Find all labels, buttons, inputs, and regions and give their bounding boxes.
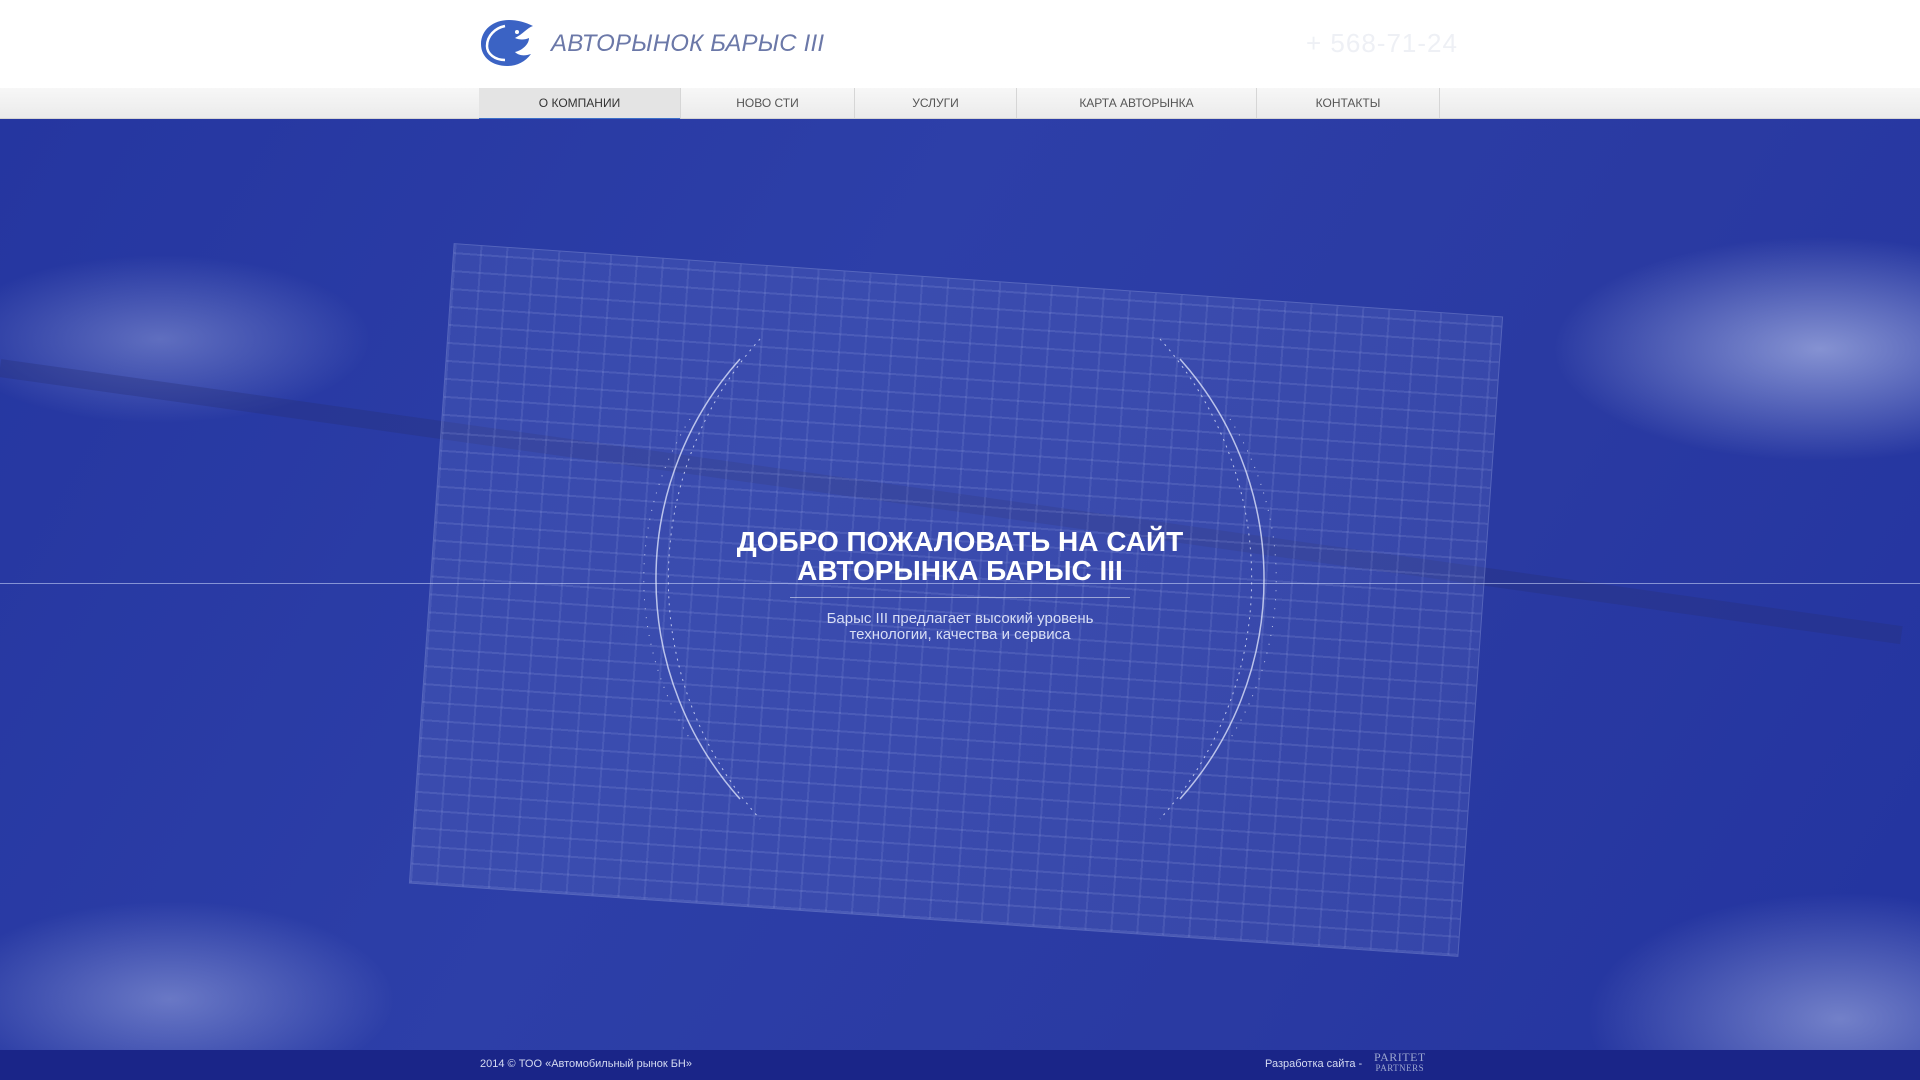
developer-label[interactable]: Разработка сайта -: [1265, 1058, 1362, 1070]
footer: 2014 © ТОО «Автомобильный рынок БН» Разр…: [0, 1050, 1920, 1080]
site-title[interactable]: АВТОРЫНОК БАРЫС III: [551, 30, 824, 58]
hero-subtitle-line-1: Барыс III предлагает высокий уровень: [826, 610, 1094, 627]
headline-divider: [790, 597, 1130, 598]
developer-logo-bottom: PARTNERS: [1375, 1063, 1425, 1073]
nav-item-contacts[interactable]: КОНТАКТЫ: [1257, 88, 1440, 118]
nav-item-news[interactable]: НОВО СТИ: [681, 88, 855, 118]
nav-item-services[interactable]: УСЛУГИ: [855, 88, 1017, 118]
developer-logo[interactable]: PARITET PARTNERS: [1374, 1050, 1426, 1074]
nav-item-market-map[interactable]: КАРТА АВТОРЫНКА: [1017, 88, 1257, 118]
hero-subtitle: Барыс III предлагает высокий уровень тех…: [660, 611, 1260, 643]
hero-subtitle-line-2: технологии, качества и сервиса: [849, 626, 1071, 643]
developer-logo-top: PARITET: [1374, 1050, 1426, 1064]
hero-headline-line-2: АВТОРЫНКА БАРЫС III: [797, 555, 1123, 586]
nav-item-about[interactable]: О КОМПАНИИ: [479, 88, 681, 122]
snow-leopard-logo-icon[interactable]: [479, 18, 535, 68]
copyright-text: 2014 © ТОО «Автомобильный рынок БН»: [480, 1058, 692, 1070]
hero-headline-line-1: ДОБРО ПОЖАЛОВАТЬ НА САЙТ: [736, 526, 1184, 557]
hero-headline: ДОБРО ПОЖАЛОВАТЬ НА САЙТ АВТОРЫНКА БАРЫС…: [660, 527, 1260, 585]
phone-number: + 568-71-24: [1306, 28, 1458, 58]
hero-banner: ДОБРО ПОЖАЛОВАТЬ НА САЙТ АВТОРЫНКА БАРЫС…: [0, 119, 1920, 1050]
header: АВТОРЫНОК БАРЫС III + 568-71-24: [0, 0, 1920, 88]
main-nav: О КОМПАНИИ НОВО СТИ УСЛУГИ КАРТА АВТОРЫН…: [0, 88, 1920, 122]
